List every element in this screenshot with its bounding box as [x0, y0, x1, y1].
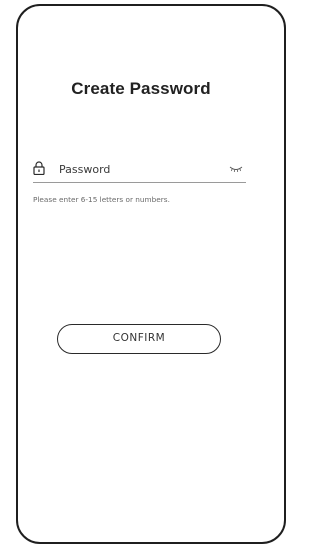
- password-hint: Please enter 6-15 letters or numbers.: [33, 195, 170, 204]
- password-field: [33, 160, 247, 180]
- password-input[interactable]: [59, 160, 219, 178]
- lock-icon: [33, 161, 45, 175]
- eye-closed-icon[interactable]: [229, 165, 243, 173]
- confirm-button[interactable]: CONFIRM: [57, 324, 221, 354]
- page-title: Create Password: [71, 79, 211, 98]
- password-underline: [33, 182, 246, 183]
